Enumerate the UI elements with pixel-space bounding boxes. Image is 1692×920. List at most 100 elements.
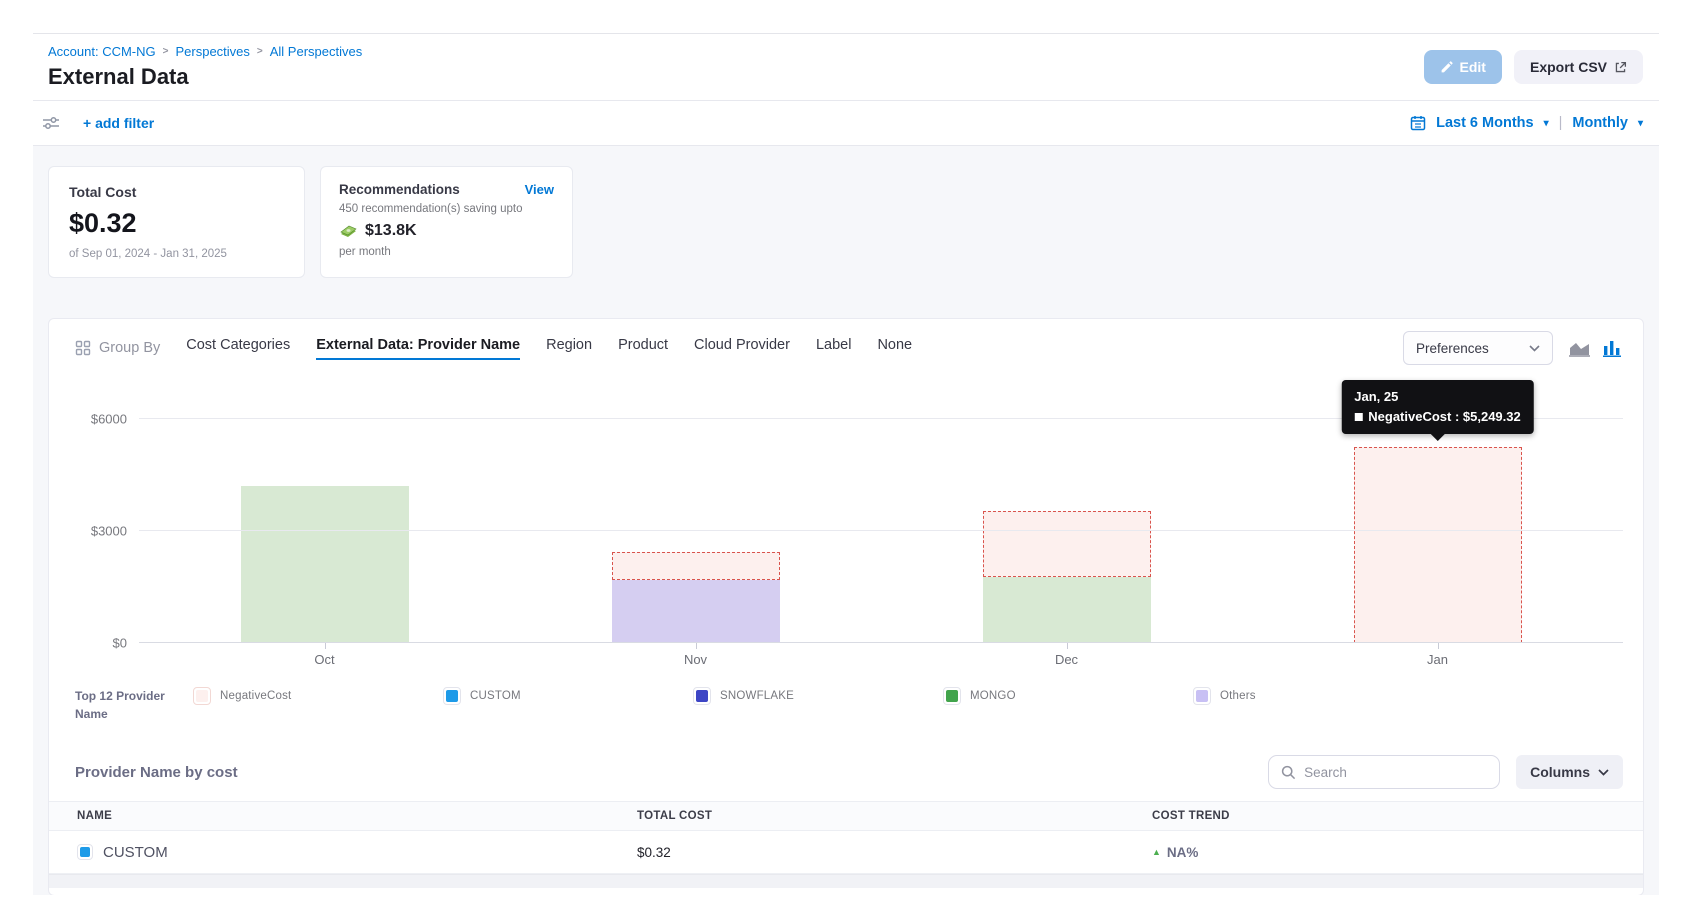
recommendations-line2: per month: [339, 246, 554, 258]
legend-swatch-custom: [443, 687, 461, 705]
page-title: External Data: [48, 64, 362, 90]
page-body: Total Cost $0.32 of Sep 01, 2024 - Jan 3…: [33, 146, 1659, 895]
x-axis-cell-nov: Nov: [510, 643, 881, 673]
search-icon: [1281, 765, 1296, 780]
edit-button[interactable]: Edit: [1424, 50, 1502, 84]
breadcrumb-perspectives[interactable]: Perspectives: [175, 44, 249, 59]
bar-segment-nov-snowflake[interactable]: [612, 580, 780, 643]
row-name: CUSTOM: [103, 844, 168, 861]
bar-jan[interactable]: [1354, 447, 1522, 643]
columns-button[interactable]: Columns: [1516, 755, 1623, 789]
total-cost-period: of Sep 01, 2024 - Jan 31, 2025: [69, 248, 284, 260]
chart-slot-dec: [881, 419, 1252, 643]
bar-segment-nov-negativecost[interactable]: [612, 552, 780, 580]
recommendations-amount: $13.8K: [365, 222, 417, 240]
x-axis-tick: [696, 643, 697, 649]
table-search[interactable]: [1268, 755, 1500, 789]
x-axis-tick: [325, 643, 326, 649]
money-icon: [339, 224, 358, 239]
preferences-label: Preferences: [1416, 341, 1489, 356]
export-csv-button[interactable]: Export CSV: [1514, 50, 1643, 84]
y-axis-tick: $3000: [75, 524, 127, 539]
gridline-3000: [139, 530, 1623, 531]
bar-segment-dec-negativecost[interactable]: [983, 511, 1151, 577]
tab-region[interactable]: Region: [546, 337, 592, 360]
legend-item-snowflake[interactable]: SNOWFLAKE: [693, 687, 943, 705]
row-name-cell: CUSTOM: [77, 844, 637, 861]
cost-chart: Jan, 25NegativeCost : $5,249.32 $0$3000$…: [49, 375, 1643, 673]
chart-plot: Jan, 25NegativeCost : $5,249.32 $0$3000$…: [139, 419, 1623, 643]
chart-slot-nov: [510, 419, 881, 643]
legend-item-custom[interactable]: CUSTOM: [443, 687, 693, 705]
chart-slots: Jan, 25NegativeCost : $5,249.32: [139, 419, 1623, 643]
preferences-dropdown[interactable]: Preferences: [1403, 331, 1553, 365]
group-by-row: Group By Cost Categories External Data: P…: [49, 319, 1643, 375]
x-axis-tick: [1067, 643, 1068, 649]
filter-bar-divider: |: [1559, 115, 1563, 131]
perspective-panel: Group By Cost Categories External Data: P…: [48, 318, 1644, 895]
legend-label: NegativeCost: [220, 690, 291, 702]
table-header-row: NAME TOTAL COST COST TREND: [49, 801, 1643, 831]
table-title: Provider Name by cost: [75, 764, 238, 781]
bar-segment-oct-mongo[interactable]: [241, 486, 409, 643]
legend-item-mongo[interactable]: MONGO: [943, 687, 1193, 705]
x-axis-cell-oct: Oct: [139, 643, 510, 673]
row-total-cost: $0.32: [637, 845, 1152, 860]
breadcrumb-account[interactable]: Account: CCM-NG: [48, 44, 156, 59]
breadcrumb-chevron-icon: >: [257, 46, 263, 57]
tab-cloud-provider[interactable]: Cloud Provider: [694, 337, 790, 360]
legend-item-negativecost[interactable]: NegativeCost: [193, 687, 443, 705]
recommendations-view-link[interactable]: View: [525, 182, 554, 197]
bar-oct[interactable]: [241, 486, 409, 643]
column-header-total-cost[interactable]: TOTAL COST: [637, 810, 1152, 822]
tab-product[interactable]: Product: [618, 337, 668, 360]
pencil-icon: [1440, 61, 1453, 74]
granularity-dropdown[interactable]: Monthly: [1572, 115, 1628, 131]
tooltip-value-line: NegativeCost : $5,249.32: [1354, 409, 1520, 424]
bar-chart-icon[interactable]: [1603, 340, 1621, 357]
column-header-name[interactable]: NAME: [77, 810, 637, 822]
group-by-tabs: Cost Categories External Data: Provider N…: [186, 337, 912, 360]
filter-settings-icon[interactable]: [41, 114, 61, 132]
time-range-dropdown[interactable]: Last 6 Months: [1436, 115, 1533, 131]
tab-none[interactable]: None: [877, 337, 912, 360]
table-next-row-partial: [49, 874, 1643, 888]
chevron-down-icon[interactable]: ▾: [1638, 118, 1643, 129]
chevron-down-icon[interactable]: ▾: [1544, 118, 1549, 129]
column-header-cost-trend[interactable]: COST TREND: [1152, 810, 1643, 822]
x-axis-tick: [1438, 643, 1439, 649]
legend-label: CUSTOM: [470, 690, 521, 702]
legend-swatch-mongo: [943, 687, 961, 705]
legend-label: Others: [1220, 690, 1256, 702]
group-by-label: Group By: [99, 340, 160, 356]
calendar-icon: [1410, 115, 1426, 131]
group-by-label-wrap: Group By: [75, 340, 160, 356]
row-swatch: [77, 844, 93, 860]
bar-nov[interactable]: [612, 552, 780, 643]
recommendations-label: Recommendations: [339, 182, 460, 197]
trend-up-icon: ▲: [1152, 847, 1161, 857]
row-cost-trend: ▲ NA%: [1152, 845, 1643, 860]
bar-segment-jan-negativecost[interactable]: [1354, 447, 1522, 643]
external-link-icon: [1614, 61, 1627, 74]
trend-value: NA%: [1167, 845, 1199, 860]
search-input[interactable]: [1304, 765, 1474, 780]
legend-swatch-others: [1193, 687, 1211, 705]
legend-items: NegativeCost CUSTOM SNOWFLAKE MONGO Others: [193, 687, 1617, 705]
breadcrumb-all-perspectives[interactable]: All Perspectives: [270, 44, 362, 59]
bar-segment-dec-mongo[interactable]: [983, 577, 1151, 643]
area-chart-icon[interactable]: [1569, 340, 1590, 357]
legend-item-others[interactable]: Others: [1193, 687, 1443, 705]
legend-label: MONGO: [970, 690, 1016, 702]
page-header: Account: CCM-NG > Perspectives > All Per…: [33, 34, 1659, 101]
x-axis-cell-dec: Dec: [881, 643, 1252, 673]
table-row-custom[interactable]: CUSTOM $0.32▲ NA%: [49, 831, 1643, 874]
tab-label[interactable]: Label: [816, 337, 851, 360]
columns-label: Columns: [1530, 764, 1590, 780]
add-filter-button[interactable]: + add filter: [83, 115, 154, 131]
breadcrumb: Account: CCM-NG > Perspectives > All Per…: [48, 44, 362, 59]
tab-external-data-provider-name[interactable]: External Data: Provider Name: [316, 337, 520, 360]
tab-cost-categories[interactable]: Cost Categories: [186, 337, 290, 360]
legend-swatch-negativecost: [193, 687, 211, 705]
chevron-down-icon: [1598, 769, 1609, 776]
